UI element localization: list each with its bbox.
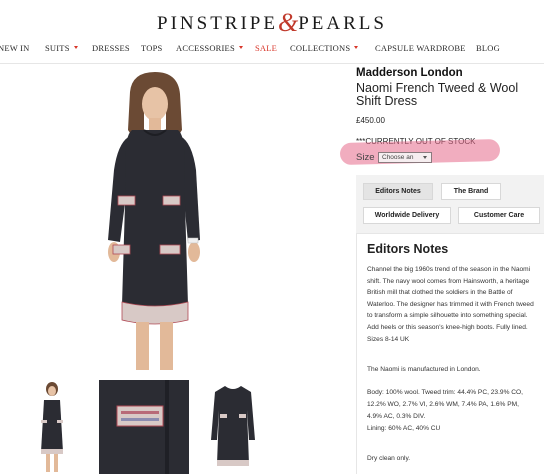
- chevron-down-icon: [73, 46, 78, 49]
- product-brand[interactable]: Madderson London: [356, 67, 463, 79]
- editors-notes-description: Channel the big 1960s trend of the seaso…: [367, 266, 534, 343]
- care-note: Dry clean only.: [367, 455, 411, 462]
- tab-editors-notes[interactable]: Editors Notes: [363, 183, 433, 200]
- composition-line-3: 4.9% AC, 0.3% DIV.: [367, 413, 426, 420]
- site-logo[interactable]: PINSTRIPE&PEARLS: [0, 8, 544, 38]
- nav-new-in[interactable]: NEW IN: [0, 43, 30, 53]
- product-price: £450.00: [356, 116, 385, 125]
- size-select-value: Choose an: [382, 154, 414, 161]
- logo-text-pearls: PEARLS: [298, 13, 387, 34]
- product-main-image[interactable]: [70, 70, 240, 370]
- nav-capsule-wardrobe[interactable]: CAPSULE WARDROBE: [375, 43, 466, 53]
- nav-accessories[interactable]: ACCESSORIES: [176, 43, 243, 53]
- logo-ampersand: &: [277, 8, 299, 37]
- main-nav: NEW IN SUITS DRESSES TOPS ACCESSORIES SA…: [0, 43, 544, 59]
- lining-note: Lining: 60% AC, 40% CU: [367, 425, 441, 432]
- product-thumbnail-2[interactable]: [99, 380, 189, 474]
- nav-dresses[interactable]: DRESSES: [92, 43, 130, 53]
- composition-line-1: Body: 100% wool. Tweed trim: 44.4% PC, 2…: [367, 389, 524, 396]
- nav-collections-label: COLLECTIONS: [290, 43, 351, 53]
- size-select[interactable]: Choose an: [378, 152, 432, 163]
- size-label: Size: [356, 152, 375, 163]
- logo-text-pinstripe: PINSTRIPE: [157, 13, 278, 34]
- model-dress-illustration: [108, 72, 200, 370]
- nav-tops[interactable]: TOPS: [141, 43, 162, 53]
- nav-blog[interactable]: BLOG: [476, 43, 500, 53]
- product-thumbnail-3[interactable]: [207, 380, 259, 474]
- nav-divider: [0, 63, 544, 64]
- composition-line-2: 12.2% WO, 2.7% VI, 2.6% WM, 7.4% PA, 1.6…: [367, 401, 519, 408]
- nav-suits[interactable]: SUITS: [45, 43, 78, 53]
- editors-notes-title: Editors Notes: [367, 242, 449, 256]
- product-thumbnail-1[interactable]: [28, 380, 76, 474]
- thumbnail-dress-flat: [211, 386, 255, 466]
- nav-suits-label: SUITS: [45, 43, 70, 53]
- nav-accessories-label: ACCESSORIES: [176, 43, 235, 53]
- nav-collections[interactable]: COLLECTIONS: [290, 43, 359, 53]
- tab-the-brand[interactable]: The Brand: [441, 183, 501, 200]
- info-tabs: Editors Notes The Brand Worldwide Delive…: [356, 175, 544, 233]
- manufacture-note: The Naomi is manufactured in London.: [367, 366, 481, 373]
- chevron-down-icon: [423, 156, 427, 159]
- thumbnail-fabric-detail: [99, 380, 189, 474]
- chevron-down-icon: [238, 46, 243, 49]
- nav-sale[interactable]: SALE: [255, 43, 277, 53]
- thumbnail-model-illustration: [41, 382, 63, 472]
- tab-customer-care[interactable]: Customer Care: [458, 207, 540, 224]
- product-title: Naomi French Tweed & Wool Shift Dress: [356, 82, 519, 108]
- chevron-down-icon: [354, 46, 359, 49]
- tab-worldwide-delivery[interactable]: Worldwide Delivery: [363, 207, 451, 224]
